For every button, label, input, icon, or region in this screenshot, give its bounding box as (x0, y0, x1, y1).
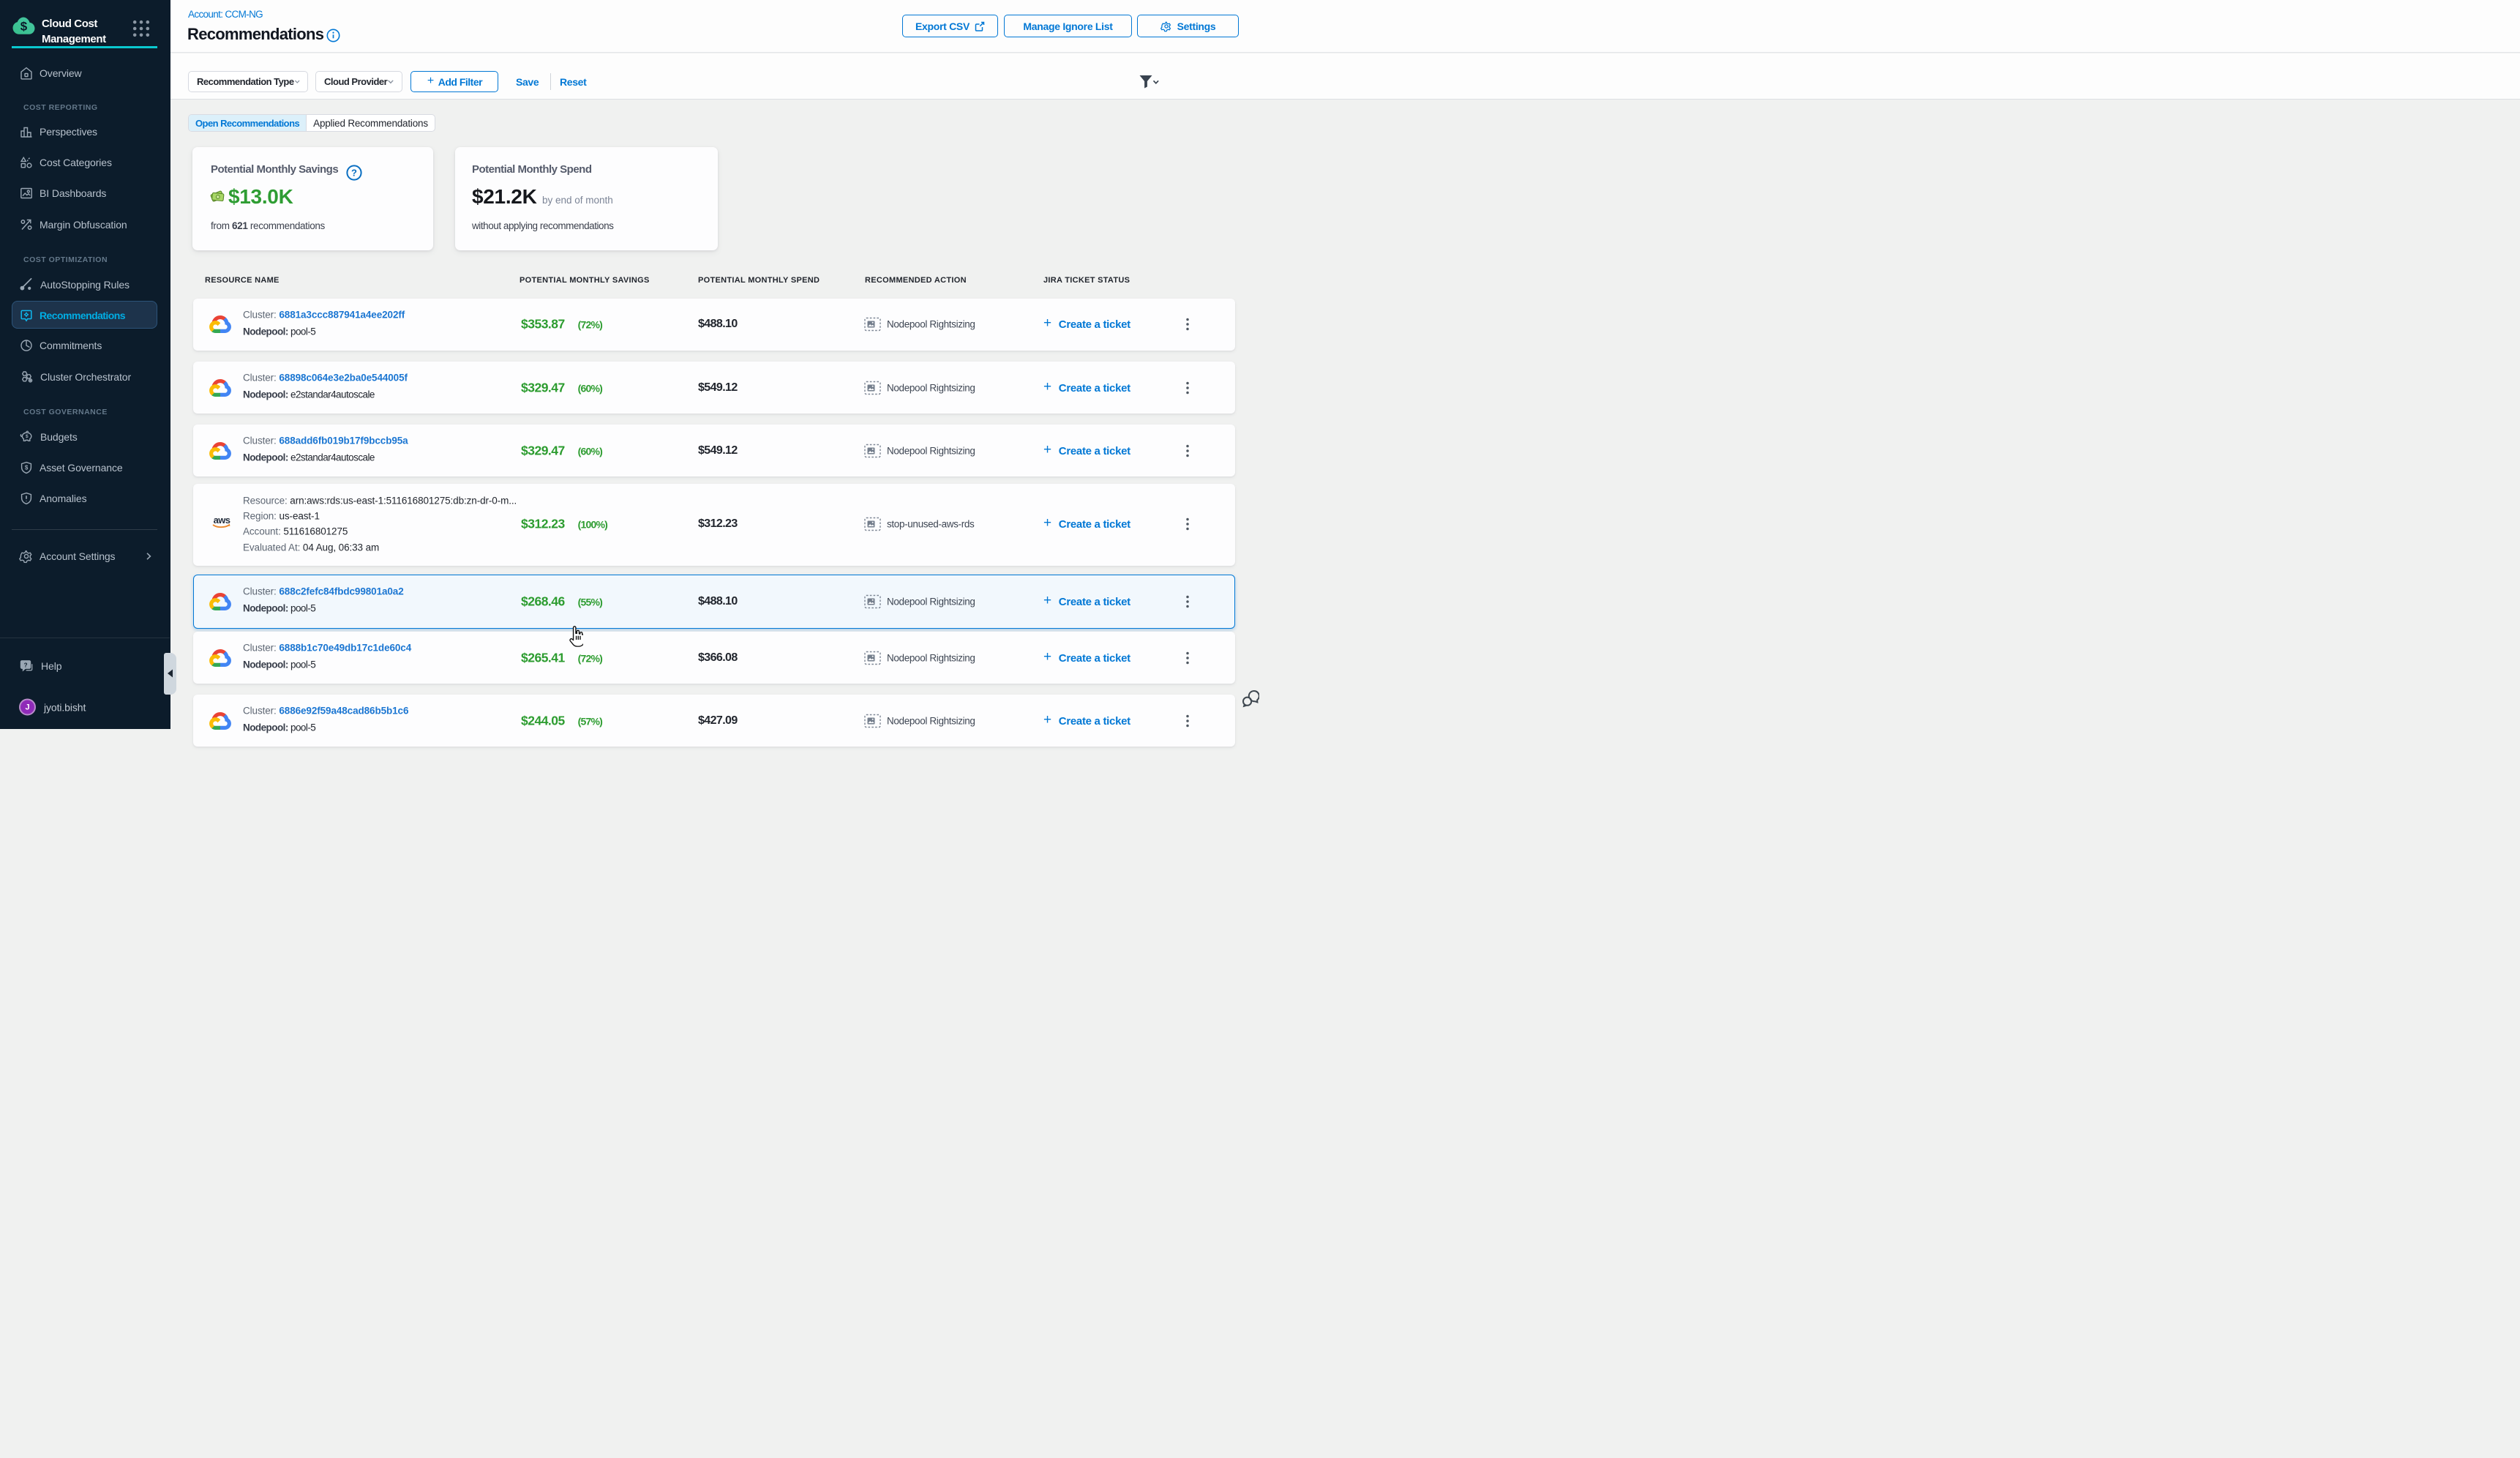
svg-text:$: $ (26, 434, 29, 439)
svg-text:$: $ (25, 465, 29, 471)
svg-text:?: ? (24, 662, 28, 668)
svg-text:?: ? (351, 168, 357, 179)
svg-text:$: $ (20, 20, 28, 34)
svg-text:aws: aws (214, 515, 230, 526)
